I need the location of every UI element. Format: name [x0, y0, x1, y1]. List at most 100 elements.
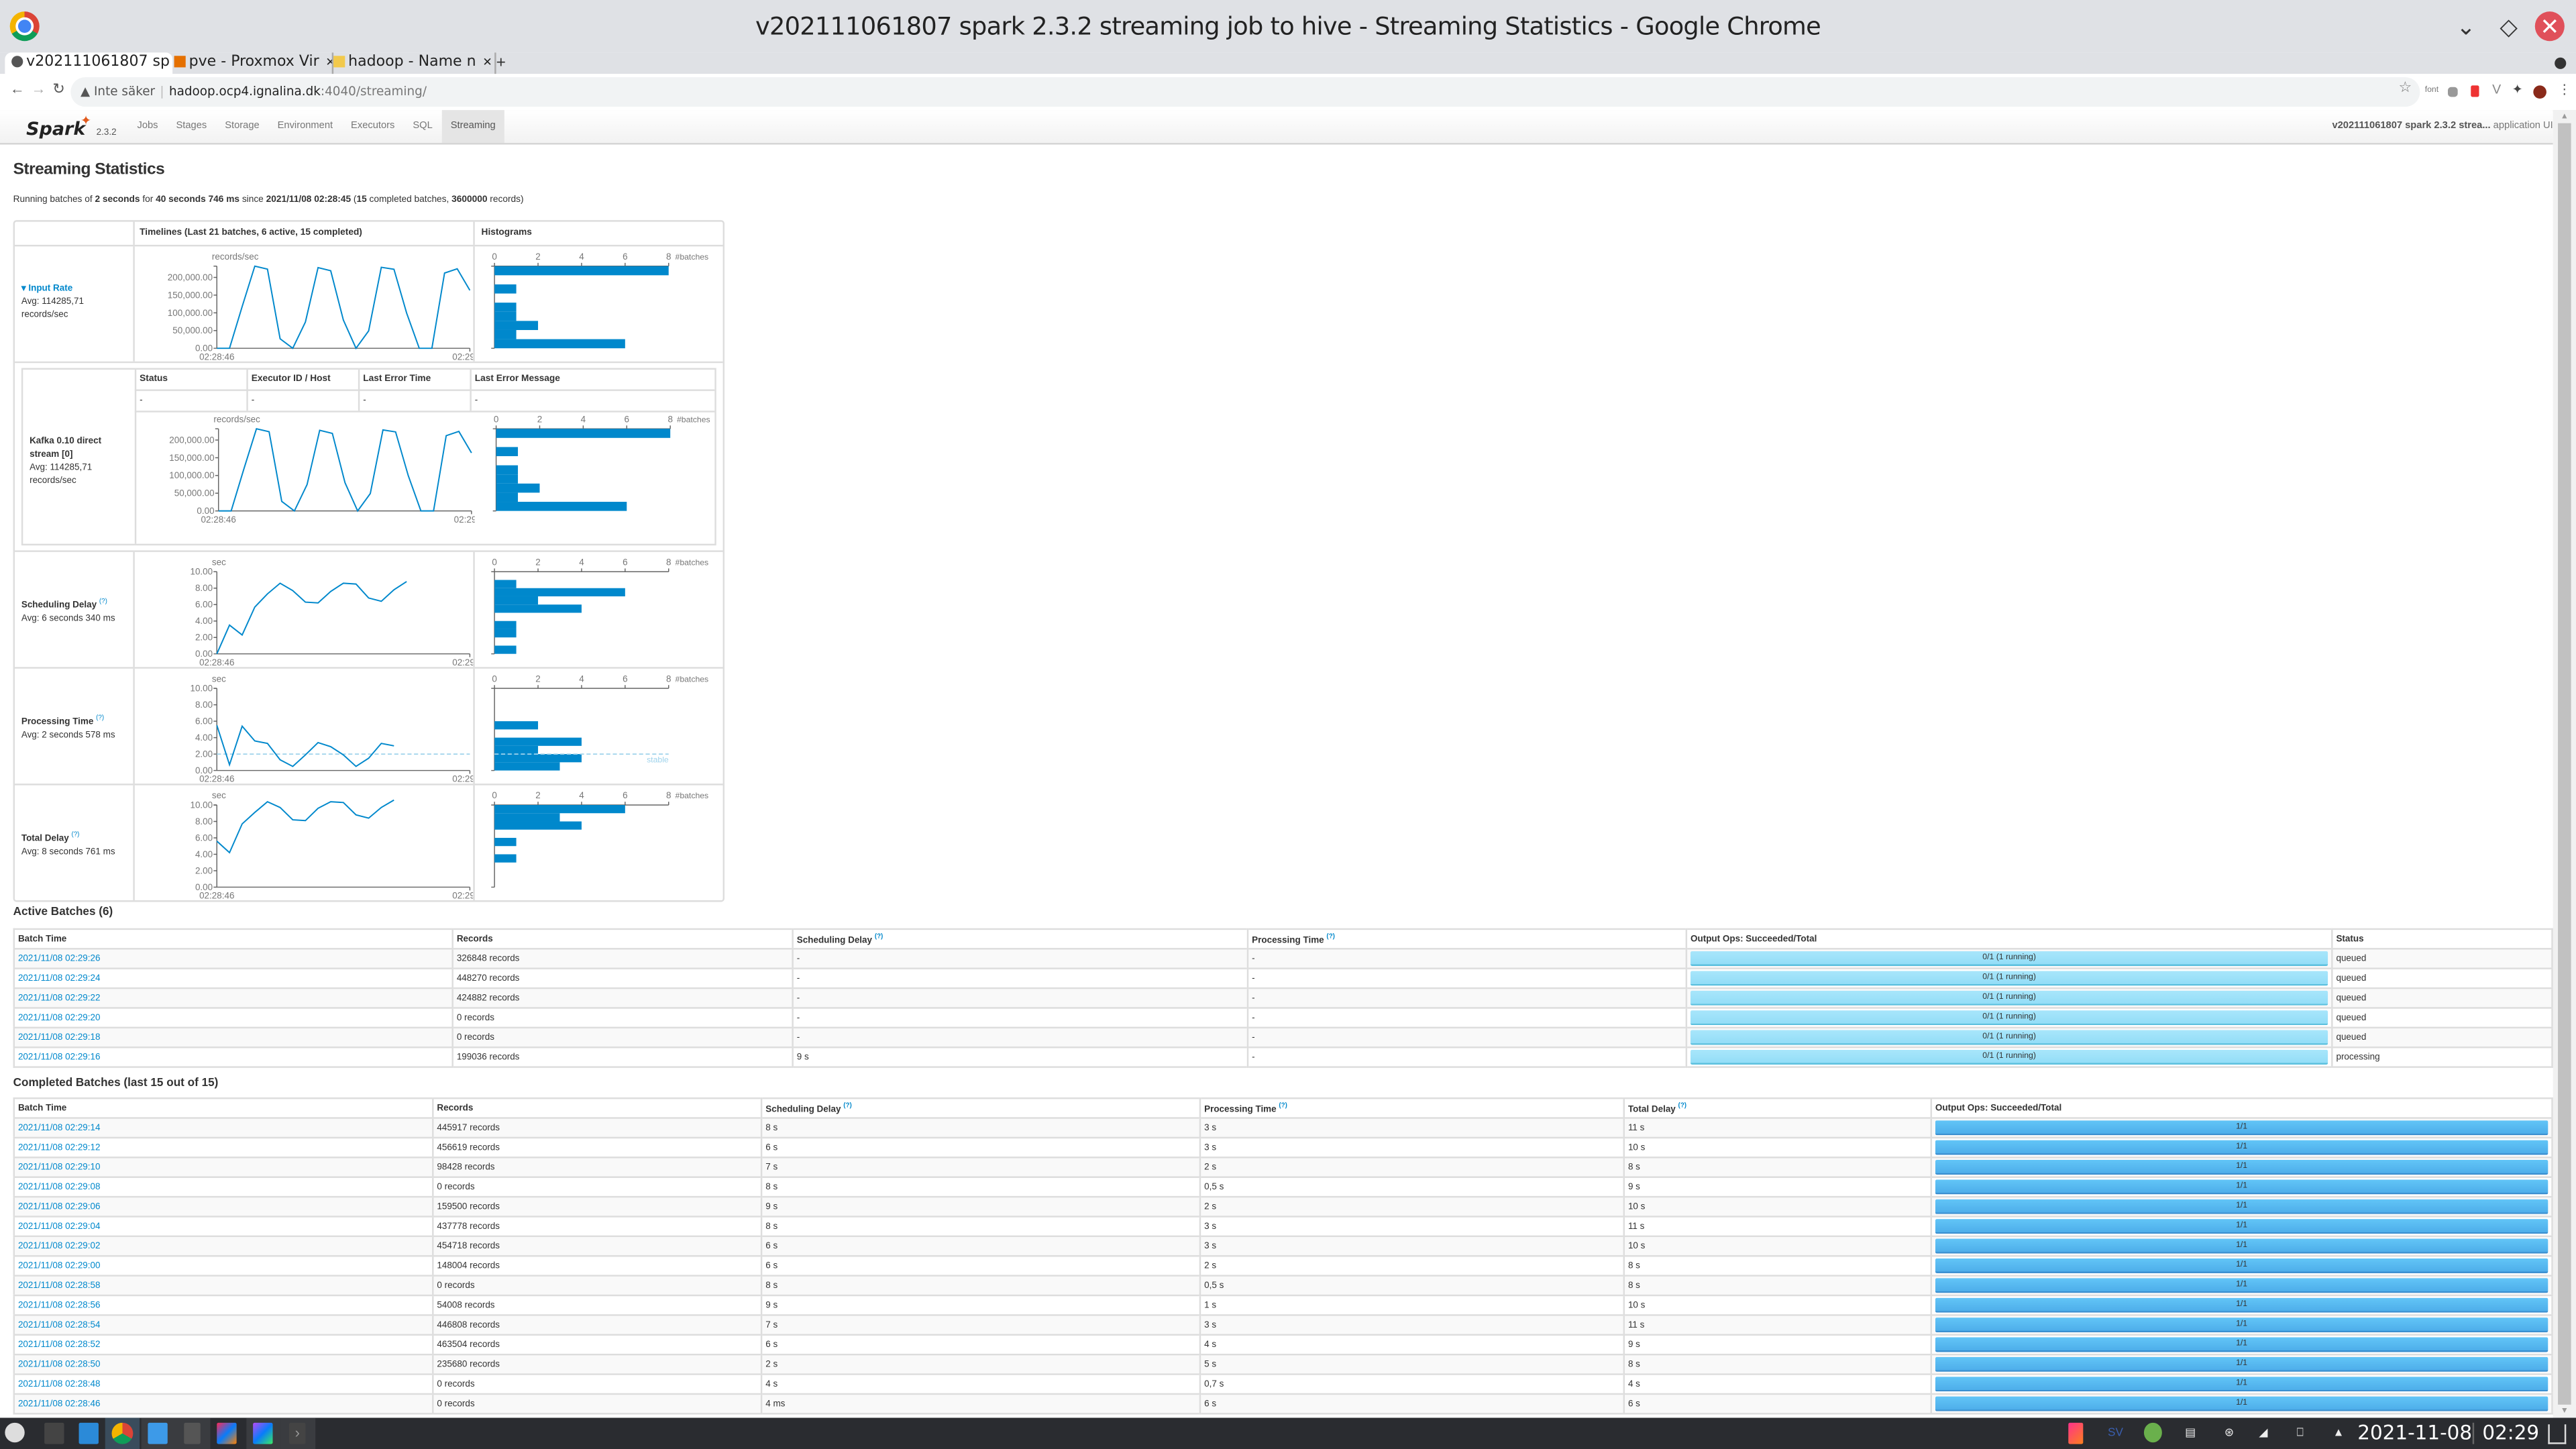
histogram-bar[interactable] [494, 303, 517, 312]
timeline-point[interactable] [354, 582, 359, 587]
batch-time-link[interactable]: 2021/11/08 02:29:24 [18, 973, 101, 983]
col-records[interactable]: Records [451, 928, 793, 949]
timeline-point[interactable] [328, 589, 333, 594]
timeline-point[interactable] [290, 817, 295, 822]
timeline-point[interactable] [303, 600, 308, 605]
timeline-point[interactable] [391, 266, 396, 272]
timeline-point[interactable] [391, 587, 396, 592]
batch-time-link[interactable]: 2021/11/08 02:29:16 [18, 1053, 101, 1063]
batch-time-link[interactable]: 2021/11/08 02:28:52 [18, 1340, 101, 1350]
batch-time-link[interactable]: 2021/11/08 02:28:58 [18, 1281, 101, 1291]
timeline-point[interactable] [214, 722, 219, 728]
timeline-point[interactable] [229, 508, 234, 514]
col-output-ops[interactable]: Output Ops: Succeeded/Total [1930, 1098, 2553, 1118]
nav-streaming[interactable]: Streaming [441, 110, 505, 144]
histogram-bar[interactable] [494, 805, 625, 814]
timeline-point[interactable] [366, 816, 372, 821]
timeline-point[interactable] [239, 821, 245, 826]
histogram-bar[interactable] [494, 311, 517, 321]
help-tooltip-icon[interactable]: (?) [1326, 932, 1335, 940]
bluetooth-icon[interactable]: ⊛ [2224, 1417, 2234, 1449]
help-tooltip-icon[interactable]: (?) [843, 1101, 852, 1109]
tab-search-icon[interactable] [2555, 57, 2567, 69]
nav-stages[interactable]: Stages [167, 110, 216, 143]
tray-time[interactable]: 02:29 [2482, 1417, 2539, 1449]
timeline-point[interactable] [355, 508, 360, 514]
timeline-point[interactable] [315, 740, 321, 745]
network-icon[interactable]: ⎕ [2297, 1417, 2304, 1449]
timeline-point[interactable] [239, 724, 245, 729]
timeline-point[interactable] [341, 800, 346, 805]
help-tooltip-icon[interactable]: (?) [875, 932, 883, 940]
col-processing-time[interactable]: Processing Time (?) [1199, 1098, 1624, 1118]
batch-time-link[interactable]: 2021/11/08 02:29:18 [18, 1032, 101, 1042]
timeline-point[interactable] [227, 345, 232, 351]
scrollbar-thumb[interactable] [2558, 123, 2571, 1405]
timeline-point[interactable] [278, 757, 283, 763]
timeline-point[interactable] [266, 429, 272, 435]
sync-status-icon[interactable] [2143, 1422, 2162, 1443]
timeline-point[interactable] [417, 345, 422, 351]
histogram-bar[interactable] [494, 321, 539, 330]
timeline-point[interactable] [330, 431, 335, 436]
timeline-point[interactable] [214, 839, 219, 844]
timeline-point[interactable] [341, 317, 346, 323]
col-processing-time[interactable]: Processing Time (?) [1246, 928, 1686, 949]
puzzle-icon[interactable]: ✦ [2512, 82, 2522, 97]
batch-time-link[interactable]: 2021/11/08 02:29:12 [18, 1142, 101, 1152]
timeline-point[interactable] [406, 473, 411, 478]
timeline-point[interactable] [354, 345, 359, 351]
close-tab-icon[interactable]: ✕ [482, 56, 492, 69]
timeline-point[interactable] [265, 799, 270, 804]
batch-time-link[interactable]: 2021/11/08 02:29:20 [18, 1013, 101, 1023]
timeline-point[interactable] [366, 596, 372, 601]
help-tooltip-icon[interactable]: (?) [71, 830, 79, 838]
histogram-bar[interactable] [496, 492, 519, 502]
timeline-point[interactable] [252, 264, 258, 269]
store-icon[interactable] [78, 1422, 99, 1444]
timeline-point[interactable] [467, 288, 472, 293]
pdf-extension-icon[interactable] [2471, 85, 2479, 97]
back-button[interactable]: ← [10, 80, 25, 97]
histogram-bar[interactable] [494, 721, 539, 730]
batch-time-link[interactable]: 2021/11/08 02:29:02 [18, 1241, 101, 1251]
timeline-point[interactable] [290, 588, 295, 593]
timeline-point[interactable] [279, 498, 284, 504]
histogram-bar[interactable] [494, 629, 517, 638]
timeline-point[interactable] [227, 762, 232, 767]
minimize-button[interactable]: ⌄ [2451, 11, 2481, 41]
histogram-bar[interactable] [494, 813, 560, 822]
maximize-button[interactable]: ◇ [2494, 11, 2524, 41]
timeline-point[interactable] [393, 429, 398, 435]
batch-time-link[interactable]: 2021/11/08 02:29:22 [18, 993, 101, 1003]
histogram-bar[interactable] [494, 837, 517, 847]
histogram-bar[interactable] [496, 502, 627, 511]
histogram-bar[interactable] [494, 854, 517, 863]
batch-time-link[interactable]: 2021/11/08 02:29:04 [18, 1222, 101, 1232]
timeline-point[interactable] [278, 336, 283, 341]
timeline-point[interactable] [342, 480, 347, 486]
timeline-point[interactable] [429, 345, 435, 351]
histogram-bar[interactable] [496, 474, 519, 484]
tab-hadoop[interactable]: hadoop - Name n ✕ [327, 52, 496, 74]
batch-time-link[interactable]: 2021/11/08 02:29:00 [18, 1261, 101, 1271]
timeline-point[interactable] [328, 268, 333, 274]
timeline-point[interactable] [252, 739, 258, 744]
histogram-bar[interactable] [494, 329, 517, 339]
nav-storage[interactable]: Storage [216, 110, 268, 143]
calculator-taskbar-button[interactable] [176, 1417, 211, 1449]
histogram-bar[interactable] [494, 596, 539, 605]
timeline-point[interactable] [456, 429, 462, 434]
timeline-point[interactable] [380, 427, 386, 433]
timeline-point[interactable] [254, 426, 259, 431]
timeline-point[interactable] [214, 345, 219, 351]
timeline-point[interactable] [419, 508, 424, 514]
histogram-bar[interactable] [494, 580, 517, 588]
histogram-bar[interactable] [494, 745, 539, 755]
timeline-point[interactable] [265, 591, 270, 596]
address-bar[interactable]: ▲ Inte säker | hadoop.ocp4.ignalina.dk:404… [70, 77, 2420, 107]
batch-time-link[interactable]: 2021/11/08 02:29:10 [18, 1163, 101, 1173]
histogram-bar[interactable] [494, 754, 582, 763]
histogram-bar[interactable] [494, 621, 517, 629]
col-status[interactable]: Status [2331, 928, 2553, 949]
